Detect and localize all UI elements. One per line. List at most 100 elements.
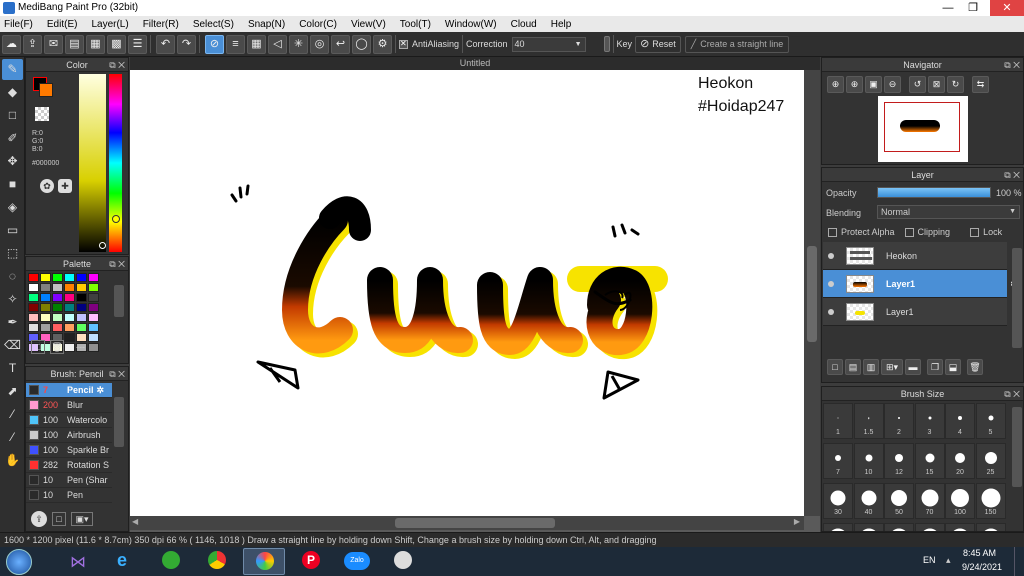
flip-icon[interactable]: ⇆: [972, 76, 989, 93]
start-button-icon[interactable]: [6, 549, 32, 575]
zoom-out-icon[interactable]: ⊖: [884, 76, 901, 93]
clipping-checkbox[interactable]: [904, 227, 914, 237]
scroll-left-icon[interactable]: ◀: [132, 517, 138, 526]
palette-swatch[interactable]: [40, 323, 51, 332]
palette-swatch[interactable]: [52, 273, 63, 282]
expand-close-icon[interactable]: ⧉ ✕: [1004, 58, 1020, 72]
palette-swatch[interactable]: [76, 283, 87, 292]
maximize-button[interactable]: ❐: [962, 0, 984, 16]
palette-swatch[interactable]: [88, 343, 99, 352]
reset-button[interactable]: ⊘ Reset: [635, 35, 681, 53]
zoom-in-icon[interactable]: ⊕: [827, 76, 844, 93]
correction-select[interactable]: 40 ▼: [511, 36, 586, 52]
settings-gear-icon[interactable]: ⚙: [373, 34, 392, 54]
lock-checkbox[interactable]: [970, 227, 980, 237]
brush-size-cell[interactable]: [853, 523, 884, 531]
palette-swatch[interactable]: [76, 303, 87, 312]
add-layer-menu-icon[interactable]: ⊞▾: [881, 359, 903, 375]
palette-swatch[interactable]: [76, 333, 87, 342]
brush-size-cell[interactable]: [823, 523, 853, 531]
visual-studio-task[interactable]: ⋈: [58, 548, 100, 575]
paint-task[interactable]: [382, 548, 424, 575]
select-eraser-tool-icon[interactable]: ⌫: [2, 335, 23, 356]
expand-close-icon[interactable]: ⧉ ✕: [1004, 168, 1020, 182]
new-layer-icon[interactable]: □: [827, 359, 843, 375]
brush-size-cell[interactable]: 1: [823, 403, 853, 439]
palette-swatch[interactable]: [88, 293, 99, 302]
palette-swatch[interactable]: [28, 303, 39, 312]
snap-off-icon[interactable]: ⊘: [205, 34, 224, 54]
brush-size-cell[interactable]: 5: [975, 403, 1006, 439]
palette-swatch[interactable]: [76, 293, 87, 302]
antialias-checkbox[interactable]: [399, 39, 408, 49]
snap-circle-icon[interactable]: ◎: [310, 34, 329, 54]
list-icon[interactable]: ☰: [128, 34, 147, 54]
duplicate-layer-icon[interactable]: ❐: [927, 359, 943, 375]
menu-select[interactable]: Select(S): [193, 19, 234, 30]
brush-item[interactable]: 7 Pencil ✲: [26, 383, 112, 398]
straight-line-button[interactable]: ╱ Create a straight line: [684, 35, 790, 53]
palette-swatch[interactable]: [28, 313, 39, 322]
expand-close-icon[interactable]: ⧉ ✕: [1004, 387, 1020, 401]
share-icon[interactable]: ⇪: [23, 34, 42, 54]
select-pen-tool-icon[interactable]: ✒: [2, 312, 23, 333]
brush-item[interactable]: 282 Rotation S: [26, 458, 112, 473]
vertical-scroll-thumb[interactable]: [807, 246, 817, 342]
eyedropper-tool-icon[interactable]: ⁄: [2, 404, 23, 425]
palette-swatch[interactable]: [40, 303, 51, 312]
palette-swatch[interactable]: [40, 313, 51, 322]
brush-item[interactable]: 100 Airbrush: [26, 428, 112, 443]
snap-perspective-icon[interactable]: ◁: [268, 34, 287, 54]
gradient-tool-icon[interactable]: ▭: [2, 220, 23, 241]
zoom-plus-icon[interactable]: ⊕: [846, 76, 863, 93]
snap-ellipse-icon[interactable]: ◯: [352, 34, 371, 54]
new-brush-icon[interactable]: □: [52, 512, 66, 526]
brush-size-scrollbar[interactable]: [1012, 407, 1022, 487]
palette-swatch[interactable]: [88, 273, 99, 282]
brush-size-cell[interactable]: 20: [945, 443, 975, 479]
brush-size-cell[interactable]: [945, 523, 975, 531]
layer-scrollbar[interactable]: [1012, 248, 1022, 348]
brush-size-cell[interactable]: [884, 523, 914, 531]
menu-tool[interactable]: Tool(T): [400, 19, 431, 30]
rotate-right-icon[interactable]: ↻: [947, 76, 964, 93]
menu-window[interactable]: Window(W): [445, 19, 497, 30]
palette-swatch[interactable]: [76, 273, 87, 282]
palette-swatch[interactable]: [76, 323, 87, 332]
brush-item[interactable]: 100 Sparkle Br: [26, 443, 112, 458]
expand-close-icon[interactable]: ⧉ ✕: [109, 257, 125, 271]
merge-down-icon[interactable]: ⬓: [945, 359, 961, 375]
brush-size-cell[interactable]: [914, 523, 945, 531]
chrome-task[interactable]: [196, 548, 238, 575]
comment-icon[interactable]: ✉: [44, 34, 63, 54]
palette-swatch[interactable]: [88, 303, 99, 312]
palette-swatch[interactable]: [52, 323, 63, 332]
bucket-tool-icon[interactable]: ◈: [2, 197, 23, 218]
snap-parallel-icon[interactable]: ≡: [226, 34, 245, 54]
brush-scrollbar[interactable]: [114, 397, 124, 447]
select-tool-icon[interactable]: ⬚: [2, 243, 23, 264]
chat-icon[interactable]: ▤: [65, 34, 84, 54]
dot-tool-icon[interactable]: ✐: [2, 128, 23, 149]
brush-size-cell[interactable]: 150: [975, 483, 1006, 519]
brush-size-cell[interactable]: 30: [823, 483, 853, 519]
blending-select[interactable]: Normal ▼: [877, 205, 1020, 219]
document-tab[interactable]: Untitled: [130, 57, 820, 70]
palette-swatch[interactable]: [28, 323, 39, 332]
cloud-brush-icon[interactable]: ⇪: [31, 511, 47, 527]
palette-swatch[interactable]: [88, 313, 99, 322]
clock-date[interactable]: 9/24/2021: [962, 562, 1002, 572]
brush-size-cell[interactable]: 10: [853, 443, 884, 479]
menu-snap[interactable]: Snap(N): [248, 19, 285, 30]
palette-swatch[interactable]: [64, 343, 75, 352]
rotate-left-icon[interactable]: ↺: [909, 76, 926, 93]
menu-help[interactable]: Help: [551, 19, 572, 30]
fill-rect-tool-icon[interactable]: ■: [2, 174, 23, 195]
fit-icon[interactable]: ▣: [865, 76, 882, 93]
app-task[interactable]: [150, 548, 192, 575]
brush-item[interactable]: 100 Watercolo: [26, 413, 112, 428]
menu-file[interactable]: File(F): [4, 19, 33, 30]
palette-add-icon[interactable]: ✚: [58, 179, 72, 193]
brush-size-cell[interactable]: 4: [945, 403, 975, 439]
palette-swatch[interactable]: [64, 303, 75, 312]
